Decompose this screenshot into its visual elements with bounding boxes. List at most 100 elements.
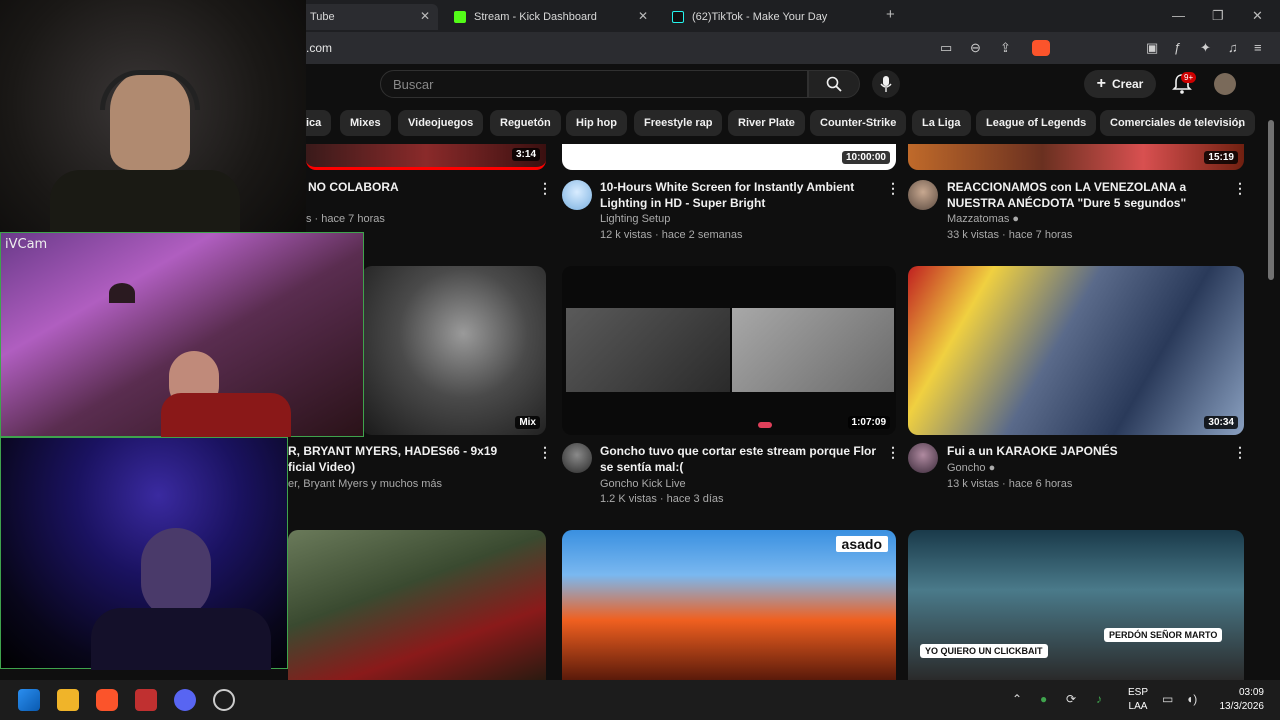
video-thumbnail[interactable]: asado [562, 530, 896, 680]
channel-name[interactable]: er, Bryant Myers y muchos más [288, 476, 442, 492]
tiktok-icon [672, 11, 684, 23]
menu-icon[interactable]: ≡ [1254, 40, 1262, 55]
video-thumbnail[interactable]: Mix [362, 266, 546, 435]
share-icon[interactable]: ⇪ [1000, 40, 1011, 56]
chip[interactable]: La Liga [912, 110, 971, 136]
channel-avatar[interactable] [562, 443, 592, 473]
scrollbar-thumb[interactable] [1268, 120, 1274, 280]
channel-avatar[interactable] [908, 180, 938, 210]
headset-shape [100, 70, 200, 110]
obs-icon[interactable] [213, 689, 235, 711]
zoom-icon[interactable]: ⊖ [970, 40, 981, 56]
sync-icon[interactable]: ⟳ [1066, 692, 1076, 706]
security-icon[interactable]: ● [1040, 692, 1047, 706]
video-title[interactable]: REACCIONAMOS con LA VENEZOLANA a [947, 179, 1237, 195]
more-options-icon[interactable]: ⋮ [1233, 180, 1247, 197]
channel-avatar[interactable] [562, 180, 592, 210]
chip[interactable]: Videojuegos [398, 110, 484, 136]
stream-control-bar [758, 422, 772, 428]
brave-shield-icon[interactable] [1032, 40, 1050, 56]
video-title[interactable]: NO COLABORA [308, 179, 528, 195]
video-thumbnail[interactable]: YO QUIERO UN CLICKBAIT PERDÓN SEÑOR MART… [908, 530, 1244, 680]
video-title[interactable]: Fui a un KARAOKE JAPONÉS [947, 443, 1237, 459]
tab-tiktok[interactable]: (62)TikTok - Make Your Day [662, 4, 872, 30]
video-title-line2[interactable]: ficial Video) [288, 459, 528, 475]
mic-button[interactable] [872, 70, 900, 98]
music-icon[interactable]: ♫ [1228, 40, 1238, 55]
video-meta: s · hace 7 horas [306, 213, 385, 225]
channel-name[interactable]: Lighting Setup [600, 211, 670, 227]
chevron-up-icon[interactable]: ⌃ [1012, 692, 1022, 706]
channel-name[interactable]: Goncho Kick Live [600, 476, 686, 492]
more-options-icon[interactable]: ⋮ [538, 444, 552, 461]
chip[interactable]: Freestyle rap [634, 110, 723, 136]
webcam-overlay-bottom [0, 437, 288, 670]
tab-close-icon[interactable]: ✕ [420, 9, 430, 23]
video-title[interactable]: Goncho tuvo que cortar este stream porqu… [600, 443, 885, 459]
video-thumbnail[interactable]: 3:14 [306, 144, 546, 170]
avatar[interactable] [1214, 73, 1236, 95]
create-button[interactable]: + Crear [1084, 70, 1156, 98]
mic-icon [880, 76, 892, 92]
language-indicator[interactable]: ESP LAA [1128, 686, 1148, 714]
search-button[interactable] [808, 70, 860, 98]
chip[interactable]: League of Legends [976, 110, 1097, 136]
video-thumbnail[interactable] [288, 530, 546, 680]
video-thumbnail[interactable]: 10:00:00 [562, 144, 896, 170]
new-tab-button[interactable]: + [886, 6, 895, 23]
search-input[interactable]: Buscar [380, 70, 808, 98]
microphone-tray-icon[interactable]: ♪ [1096, 692, 1102, 706]
close-window-button[interactable]: ✕ [1252, 8, 1263, 24]
video-thumbnail[interactable]: 30:34 [908, 266, 1244, 435]
more-options-icon[interactable]: ⋮ [538, 180, 552, 197]
mix-badge: Mix [515, 416, 540, 429]
chip[interactable]: Reguetón [490, 110, 561, 136]
voicemeeter-icon[interactable] [135, 689, 157, 711]
script-icon[interactable]: ƒ [1174, 40, 1181, 55]
chevron-right-icon[interactable]: › [1228, 112, 1252, 136]
video-thumbnail[interactable]: 1:07:09 [562, 266, 896, 435]
system-clock[interactable]: 03:09 13/3/2026 [1220, 686, 1265, 714]
url-field[interactable]: .com [306, 41, 332, 55]
channel-name[interactable]: Goncho ● [947, 460, 995, 476]
kick-icon [454, 11, 466, 23]
duration-badge: 15:19 [1204, 151, 1238, 164]
minimize-button[interactable]: — [1172, 8, 1185, 23]
cast-icon[interactable]: ▭ [940, 40, 952, 56]
chip[interactable]: Mixes [340, 110, 391, 136]
video-title-line2[interactable]: Lighting in HD - Super Bright [600, 195, 880, 211]
file-explorer-icon[interactable] [57, 689, 79, 711]
duration-badge: 30:34 [1204, 416, 1238, 429]
tab-kick[interactable]: Stream - Kick Dashboard ✕ [444, 4, 656, 30]
more-options-icon[interactable]: ⋮ [886, 180, 900, 197]
duration-badge: 1:07:09 [847, 416, 890, 429]
tab-close-icon[interactable]: ✕ [638, 9, 648, 23]
channel-avatar[interactable] [908, 443, 938, 473]
webcam-overlay-top [0, 0, 306, 232]
tab-youtube[interactable]: Tube ✕ [300, 4, 438, 30]
chip[interactable]: Hip hop [566, 110, 627, 136]
thumbnail-overlay-text: asado [835, 536, 888, 552]
monitor-icon[interactable]: ▭ [1162, 692, 1173, 706]
volume-icon[interactable]: ◖) [1186, 692, 1197, 706]
video-title-line2[interactable]: NUESTRA ANÉCDOTA "Dure 5 segundos" [947, 195, 1237, 211]
video-title[interactable]: R, BRYANT MYERS, HADES66 - 9x19 [288, 443, 528, 459]
maximize-button[interactable]: ❐ [1212, 8, 1224, 24]
video-thumbnail[interactable]: 15:19 [908, 144, 1244, 170]
channel-name[interactable]: Mazzatomas ● [947, 211, 1019, 227]
language-code: ESP [1128, 687, 1149, 698]
discord-icon[interactable] [174, 689, 196, 711]
person-silhouette [141, 528, 211, 618]
chip[interactable]: Counter-Strike [810, 110, 907, 136]
puzzle-icon[interactable]: ✦ [1200, 40, 1211, 56]
extension-icon[interactable]: ▣ [1146, 40, 1158, 56]
chip[interactable]: River Plate [728, 110, 805, 136]
brave-browser-icon[interactable] [96, 689, 118, 711]
video-title[interactable]: 10-Hours White Screen for Instantly Ambi… [600, 179, 880, 195]
video-meta: 33 k vistas · hace 7 horas [947, 229, 1073, 241]
video-title-line2[interactable]: se sentía mal:( [600, 459, 885, 475]
more-options-icon[interactable]: ⋮ [886, 444, 900, 461]
more-options-icon[interactable]: ⋮ [1233, 444, 1247, 461]
thumbnail-overlay-text: PERDÓN SEÑOR MARTO [1104, 628, 1223, 642]
windows-start-icon[interactable] [18, 689, 40, 711]
